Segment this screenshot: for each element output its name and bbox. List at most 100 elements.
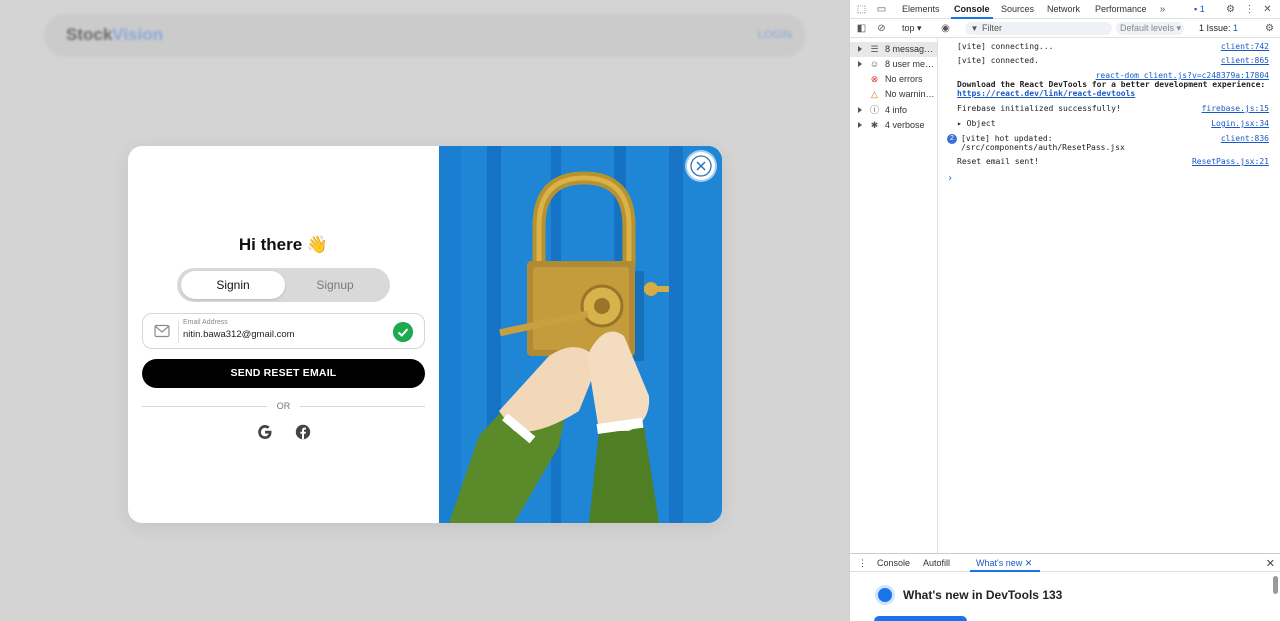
tab-console[interactable]: Console	[954, 4, 990, 14]
console-sidebar: ☰ 8 messag… ☺ 8 user me… ⊗ No errors △ N…	[850, 38, 938, 553]
drawer-active-underline	[970, 570, 1040, 572]
log-message: [vite] connecting...	[957, 42, 1054, 51]
divider-line-right	[300, 406, 425, 407]
console-settings-icon[interactable]: ⚙	[1264, 23, 1275, 34]
close-devtools-icon[interactable]: ✕	[1262, 4, 1273, 15]
log-message: [vite] hot updated:	[961, 134, 1053, 143]
brand-logo[interactable]: StockVision	[66, 25, 163, 45]
close-tab-icon[interactable]: ✕	[1025, 558, 1033, 568]
sidebar-item-warnings[interactable]: △ No warnin…	[850, 87, 937, 102]
drawer-tab-console[interactable]: Console	[877, 558, 910, 568]
inspect-icon[interactable]: ⬚	[856, 4, 867, 15]
close-icon[interactable]	[687, 152, 715, 180]
sidebar-item-info[interactable]: ⓘ 4 info	[850, 103, 937, 118]
mail-icon	[154, 324, 170, 338]
lock-illustration-art	[439, 146, 722, 523]
more-tabs-icon[interactable]: »	[1157, 4, 1168, 15]
console-prompt[interactable]: ›	[947, 173, 953, 184]
facebook-icon[interactable]	[295, 424, 311, 440]
eye-icon[interactable]: ◉	[940, 23, 951, 34]
nav-login-link[interactable]: LOGIN	[758, 29, 792, 41]
device-toolbar-icon[interactable]: ▭	[876, 4, 887, 15]
tab-signup[interactable]: Signup	[283, 271, 387, 299]
filter-input[interactable]: ▼ Filter	[965, 22, 1112, 35]
brand-part1: Stock	[66, 25, 113, 44]
expand-arrow-icon	[858, 107, 862, 113]
or-divider: OR	[142, 400, 425, 412]
log-source-link[interactable]: ResetPass.jsx:21	[1192, 157, 1269, 166]
drawer-menu-icon[interactable]: ⋮	[858, 558, 867, 569]
close-drawer-icon[interactable]: ✕	[1266, 557, 1275, 570]
issues-counter[interactable]: 1 Issue: 1	[1199, 23, 1238, 33]
log-levels-dropdown[interactable]: Default levels ▾	[1116, 22, 1184, 35]
bug-icon: ✱	[870, 120, 879, 130]
send-reset-email-button[interactable]: SEND RESET EMAIL	[142, 359, 425, 388]
tab-signin[interactable]: Signin	[181, 271, 285, 299]
auth-tabs: Signin Signup	[177, 268, 390, 302]
object-expander[interactable]: ▸ Object	[957, 119, 996, 128]
sidebar-item-errors[interactable]: ⊗ No errors	[850, 72, 937, 87]
sidebar-label: 4 verbose	[885, 120, 925, 130]
user-icon: ☺	[869, 59, 880, 69]
sidebar-item-verbose[interactable]: ✱ 4 verbose	[850, 118, 937, 133]
sidebar-item-messages[interactable]: ☰ 8 messag…	[850, 42, 937, 57]
drawer-tab-whats-new[interactable]: What's new ✕	[976, 558, 1032, 569]
react-devtools-link[interactable]: https://react.dev/link/react-devtools	[957, 89, 1135, 98]
object-label: Object	[966, 119, 996, 128]
log-source-link[interactable]: Login.jsx:34	[1211, 119, 1269, 128]
navbar: StockVision LOGIN	[44, 14, 806, 57]
drawer-tabbar: ⋮ Console Autofill What's new ✕ ✕	[850, 554, 1280, 572]
log-message: Firebase initialized successfully!	[957, 104, 1121, 113]
devtools-drawer: ⋮ Console Autofill What's new ✕ ✕ What's…	[850, 553, 1280, 621]
scrollbar[interactable]	[1273, 576, 1278, 594]
modal-form-panel: Hi there 👋 Signin Signup Email Address n…	[128, 146, 439, 523]
google-icon[interactable]	[257, 424, 273, 440]
brand-part2: Vision	[112, 25, 163, 44]
drawer-tab-autofill[interactable]: Autofill	[923, 558, 950, 568]
context-value: top	[902, 23, 915, 33]
clear-console-icon[interactable]: ⊘	[876, 23, 887, 34]
settings-icon[interactable]: ⚙	[1225, 4, 1236, 15]
kebab-menu-icon[interactable]: ⋮	[1244, 4, 1255, 15]
sidebar-label: 8 messag…	[885, 44, 934, 54]
log-source-link[interactable]: react-dom_client.js?v=c248379a:17804	[1096, 71, 1269, 80]
whats-new-title: What's new in DevTools 133	[903, 588, 1063, 602]
greeting-heading: Hi there 👋	[238, 235, 329, 254]
filter-placeholder: Filter	[982, 23, 1002, 33]
info-icon: ⓘ	[869, 105, 879, 115]
tab-performance[interactable]: Performance	[1095, 4, 1147, 14]
log-source-link[interactable]: firebase.js:15	[1202, 104, 1269, 113]
context-selector[interactable]: top ▾	[902, 23, 922, 34]
filter-icon: ▼	[970, 24, 979, 33]
screen: StockVision LOGIN Hi there 👋 Signin Sign…	[0, 0, 1280, 621]
check-icon	[393, 322, 413, 342]
console-toolbar: ◧ ⊘ top ▾ ◉ ▼ Filter Default levels ▾ 1 …	[850, 19, 1280, 38]
log-message-path: /src/components/auth/ResetPass.jsx	[961, 143, 1125, 152]
sidebar-item-user-messages[interactable]: ☺ 8 user me…	[850, 57, 937, 72]
console-log: [vite] connecting... client:742 [vite] c…	[939, 38, 1280, 553]
message-badge[interactable]: ▪ 1	[1194, 4, 1205, 14]
chrome-logo-icon	[875, 585, 895, 605]
email-input[interactable]: nitin.bawa312@gmail.com	[183, 329, 295, 340]
sidebar-toggle-icon[interactable]: ◧	[856, 23, 867, 34]
log-source-link[interactable]: client:836	[1221, 134, 1269, 143]
tab-sources[interactable]: Sources	[1001, 4, 1034, 14]
devtools-tabbar: ⬚ ▭ Elements Console Sources Network Per…	[850, 0, 1280, 19]
sidebar-label: 4 info	[885, 105, 908, 115]
email-field[interactable]: Email Address nitin.bawa312@gmail.com	[142, 313, 425, 349]
log-source-link[interactable]: client:742	[1221, 42, 1269, 51]
tab-network[interactable]: Network	[1047, 4, 1080, 14]
tab-elements[interactable]: Elements	[902, 4, 940, 14]
devtools-panel: ⬚ ▭ Elements Console Sources Network Per…	[849, 0, 1280, 621]
auth-modal: Hi there 👋 Signin Signup Email Address n…	[128, 146, 722, 523]
log-levels-value: Default levels	[1120, 23, 1175, 33]
learn-more-button[interactable]	[874, 616, 967, 621]
log-message: Download the React DevTools for a better…	[957, 80, 1266, 89]
sidebar-label: No errors	[885, 74, 923, 84]
app-viewport: StockVision LOGIN Hi there 👋 Signin Sign…	[0, 0, 849, 621]
email-separator	[178, 321, 179, 343]
repeat-count-badge: 2	[947, 134, 957, 144]
message-count: 1	[1199, 4, 1205, 14]
log-source-link[interactable]: client:865	[1221, 56, 1269, 65]
expand-arrow-icon	[858, 122, 862, 128]
